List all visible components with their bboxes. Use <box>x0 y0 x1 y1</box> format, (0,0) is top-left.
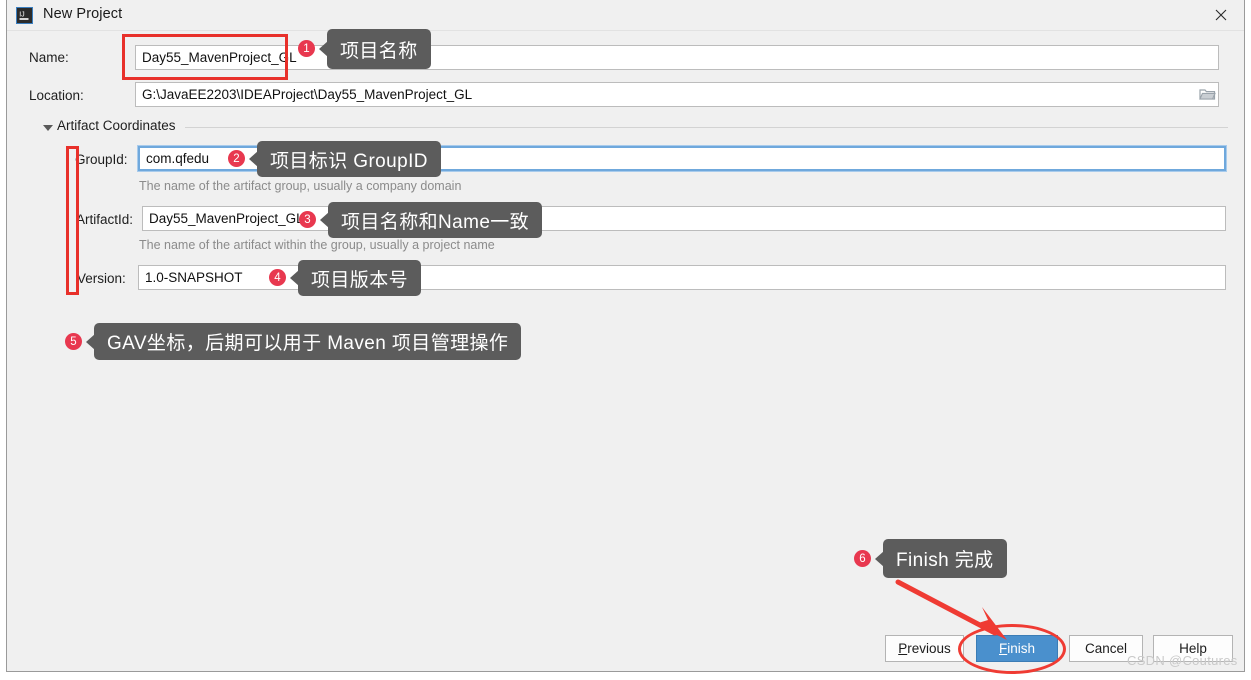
finish-pointer-arrow <box>895 579 1007 640</box>
finish-highlight-ellipse <box>958 624 1066 674</box>
